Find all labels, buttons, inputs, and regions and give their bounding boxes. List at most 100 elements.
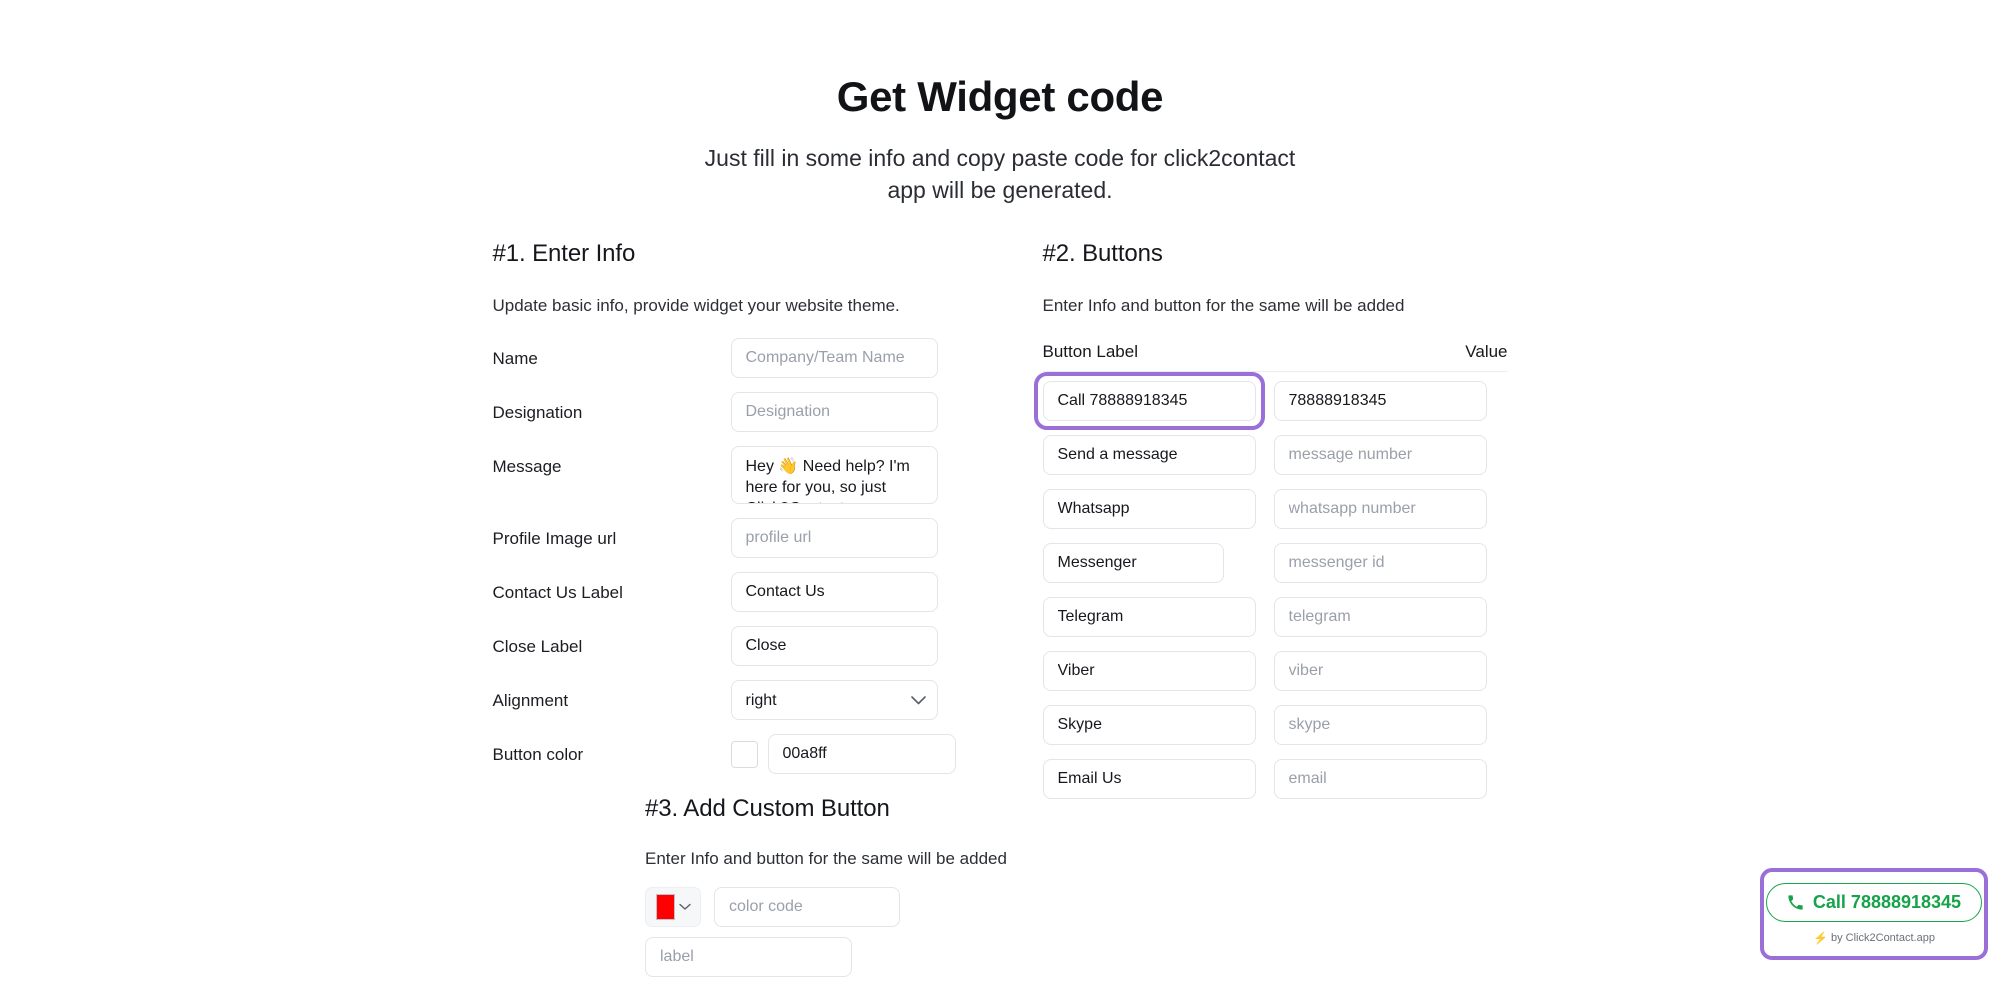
button-label-input[interactable] (1042, 435, 1256, 475)
section-enter-info: #1. Enter Info Update basic info, provid… (492, 240, 956, 788)
field-row-message: Message (493, 446, 953, 508)
custom-color-row (645, 887, 1205, 927)
button-value-cell (1273, 381, 1487, 421)
close-label-input[interactable] (730, 626, 938, 666)
page-header: Get Widget code Just fill in some info a… (0, 0, 2000, 207)
page-subtitle-line2: app will be generated. (887, 176, 1113, 203)
button-label-cell (1033, 372, 1265, 430)
button-row (1042, 541, 1508, 585)
button-value-input[interactable] (1273, 597, 1487, 637)
button-label-cell (1042, 651, 1256, 691)
control-designation (730, 392, 953, 432)
field-row-profile-image-url: Profile Image url (493, 518, 953, 562)
button-value-input[interactable] (1273, 543, 1487, 583)
field-row-alignment: Alignment rightleft (493, 680, 953, 724)
page-subtitle: Just fill in some info and copy paste co… (0, 143, 2000, 206)
field-row-close-label: Close Label (493, 626, 953, 670)
label-name: Name (492, 349, 538, 368)
section1-heading: #1. Enter Info (492, 240, 636, 267)
field-row-button-color: Button color (492, 734, 956, 778)
custom-label-input[interactable] (645, 937, 852, 977)
button-row (1042, 649, 1508, 693)
message-textarea[interactable] (730, 446, 938, 504)
button-value-cell (1273, 435, 1487, 475)
widget-call-button[interactable]: Call 78888918345 (1765, 883, 1983, 922)
button-value-cell (1273, 705, 1487, 745)
section2-description: Enter Info and button for the same will … (1042, 296, 1405, 315)
floating-widget-preview: Call 78888918345 ⚡ by Click2Contact.app (1760, 868, 1988, 960)
field-row-designation: Designation (493, 392, 953, 436)
profile-url-input[interactable] (730, 518, 938, 558)
button-value-input[interactable] (1273, 651, 1487, 691)
section2-heading: #2. Buttons (1042, 240, 1163, 267)
button-label-input[interactable] (1042, 759, 1256, 799)
button-label-cell (1042, 705, 1256, 745)
button-value-cell (1273, 597, 1487, 637)
label-profile-image-url: Profile Image url (492, 529, 617, 548)
button-row (1042, 595, 1508, 639)
section1-description: Update basic info, provide widget your w… (492, 296, 900, 315)
button-value-input[interactable] (1273, 759, 1487, 799)
designation-input[interactable] (730, 392, 938, 432)
page-root: Get Widget code Just fill in some info a… (0, 0, 2000, 983)
button-label-cell (1042, 435, 1256, 475)
buttons-table-body (1033, 372, 1508, 801)
button-row (1042, 703, 1508, 747)
button-row (1033, 372, 1508, 430)
button-label-input[interactable] (1042, 651, 1256, 691)
section-add-custom-button: #3. Add Custom Button Enter Info and but… (645, 795, 1205, 983)
buttons-table-header: Button Label Value (1042, 342, 1508, 372)
control-name (730, 338, 953, 378)
column-header-button-label: Button Label (1042, 342, 1138, 361)
column-header-value: Value (1465, 342, 1508, 361)
label-alignment: Alignment (492, 691, 569, 710)
bolt-icon: ⚡ (1813, 931, 1828, 945)
field-row-contact-us-label: Contact Us Label (493, 572, 953, 616)
button-label-input[interactable] (1042, 381, 1256, 421)
button-label-input[interactable] (1042, 705, 1256, 745)
button-value-cell (1273, 759, 1487, 799)
page-subtitle-line1: Just fill in some info and copy paste co… (704, 145, 1296, 172)
button-value-input[interactable] (1273, 435, 1487, 475)
button-label-cell (1042, 489, 1256, 529)
button-value-input[interactable] (1273, 489, 1487, 529)
widget-credit: ⚡ by Click2Contact.app (1813, 931, 1935, 945)
button-label-input[interactable] (1042, 597, 1256, 637)
section3-heading: #3. Add Custom Button (645, 795, 890, 822)
control-close-label (730, 626, 953, 666)
button-value-input[interactable] (1273, 705, 1487, 745)
control-alignment: rightleft (730, 680, 953, 720)
button-label-cell (1042, 759, 1256, 799)
section3-description: Enter Info and button for the same will … (645, 849, 1007, 868)
widget-credit-text: by Click2Contact.app (1831, 932, 1935, 944)
label-message: Message (492, 457, 562, 476)
button-label-input[interactable] (1042, 489, 1256, 529)
widget-call-label: Call 78888918345 (1812, 892, 1962, 912)
label-close-label: Close Label (492, 637, 583, 656)
phone-icon (1787, 894, 1804, 911)
label-designation: Designation (492, 403, 583, 422)
page-title: Get Widget code (836, 73, 1164, 120)
button-label-cell (1042, 597, 1256, 637)
alignment-select[interactable]: rightleft (730, 680, 938, 720)
alignment-select-wrapper: rightleft (730, 680, 938, 720)
chevron-down-icon (678, 898, 691, 916)
name-input[interactable] (730, 338, 938, 378)
button-value-cell (1273, 543, 1487, 583)
custom-color-code-input[interactable] (714, 887, 900, 927)
button-row (1042, 487, 1508, 531)
enter-info-form: Name Designation Message (492, 338, 956, 778)
button-value-input[interactable] (1273, 381, 1487, 421)
button-value-cell (1273, 651, 1487, 691)
contact-us-label-input[interactable] (730, 572, 938, 612)
control-profile-image-url (730, 518, 953, 558)
control-button-color (730, 734, 956, 774)
custom-color-picker[interactable] (645, 887, 701, 927)
section-buttons: #2. Buttons Enter Info and button for th… (1033, 240, 1508, 811)
label-contact-us-label: Contact Us Label (492, 583, 623, 602)
control-contact-us-label (730, 572, 953, 612)
button-color-input[interactable] (767, 734, 956, 774)
button-color-swatch[interactable] (730, 741, 758, 768)
label-button-color: Button color (492, 745, 584, 764)
button-label-input[interactable] (1042, 543, 1224, 583)
